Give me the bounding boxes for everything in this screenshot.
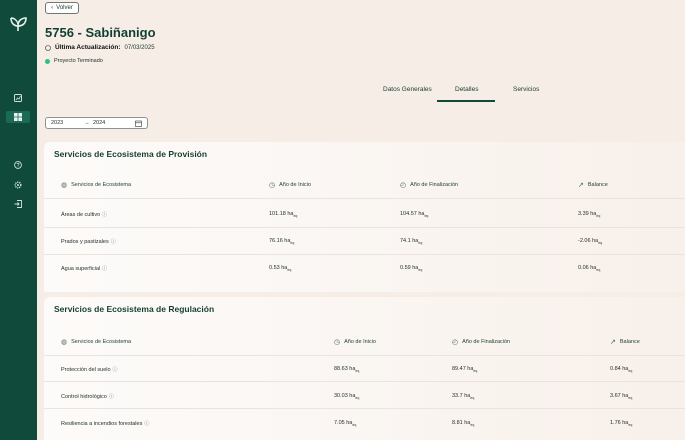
sidebar-item-help[interactable] bbox=[11, 159, 25, 171]
column-header-start: ◷ Año de Inicio bbox=[269, 181, 311, 189]
arrow-right-icon: → bbox=[84, 120, 90, 126]
regulation-card-title: Servicios de Ecosistema de Regulación bbox=[54, 304, 215, 314]
column-header-balance-label: Balance bbox=[587, 182, 608, 188]
column-header-service: ◍ Servicios de Ecosistema bbox=[61, 181, 131, 189]
chevron-left-icon: ‹ bbox=[51, 5, 54, 11]
provision-card-title: Servicios de Ecosistema de Provisión bbox=[54, 149, 208, 159]
logout-icon bbox=[14, 200, 22, 208]
clock-icon: ◴ bbox=[452, 339, 459, 346]
table-cell-balance: 3.39 haeq bbox=[578, 211, 601, 219]
table-cell-balance: -2.06 haeq bbox=[578, 238, 603, 246]
column-header-start-label: Año de Inicio bbox=[279, 182, 311, 188]
tab-datos-generales[interactable]: Datos Generales bbox=[383, 86, 432, 93]
date-start[interactable]: 2023 bbox=[51, 120, 81, 126]
date-range-picker[interactable]: 2023 → 2024 bbox=[45, 117, 148, 129]
history-icon: ◷ bbox=[269, 182, 276, 189]
sidebar-item-projects[interactable] bbox=[6, 111, 30, 123]
tab-servicios[interactable]: Servicios bbox=[513, 86, 539, 93]
table-cell-end: 0.59 haeq bbox=[400, 265, 423, 273]
table-cell-balance: 0.84 haeq bbox=[610, 366, 633, 374]
column-header-balance: ↗ Balance bbox=[578, 181, 608, 189]
active-tab-indicator bbox=[437, 100, 495, 102]
divider bbox=[44, 408, 685, 409]
table-cell-end: 8.81 haeq bbox=[452, 420, 475, 428]
table-cell-balance: 1.76 haeq bbox=[610, 420, 633, 428]
leaf-logo-icon bbox=[10, 17, 27, 31]
table-row-name: Áreas de cultivo ⓘ bbox=[61, 212, 108, 218]
info-icon[interactable]: ⓘ bbox=[113, 367, 118, 373]
trend-icon: ↗ bbox=[610, 339, 616, 346]
info-icon[interactable]: ⓘ bbox=[144, 421, 149, 427]
table-cell-start: 0.53 haeq bbox=[269, 265, 292, 273]
date-end[interactable]: 2024 bbox=[93, 120, 135, 126]
column-header-balance: ↗ Balance bbox=[610, 338, 640, 346]
table-row-name: Agua superficial ⓘ bbox=[61, 266, 108, 272]
sidebar bbox=[0, 0, 37, 440]
globe-icon: ◍ bbox=[61, 339, 68, 346]
table-cell-end: 33.7 haeq bbox=[452, 393, 475, 401]
column-header-end-label: Año de Finalización bbox=[410, 182, 459, 188]
column-header-end: ◴ Año de Finalización bbox=[400, 181, 458, 189]
history-icon: ◷ bbox=[334, 339, 341, 346]
project-status: Proyecto Terminado bbox=[45, 58, 103, 64]
regulation-services-card: Servicios de Ecosistema de Regulación ◍ … bbox=[44, 297, 685, 440]
table-cell-start: 101.18 haeq bbox=[269, 211, 298, 219]
sidebar-item-settings[interactable] bbox=[11, 179, 25, 191]
globe-icon: ◍ bbox=[61, 182, 68, 189]
table-row-name: Prados y pastizales ⓘ bbox=[61, 239, 116, 245]
table-cell-start: 88.63 haeq bbox=[334, 366, 360, 374]
trend-icon: ↗ bbox=[578, 182, 584, 189]
table-cell-end: 104.57 haeq bbox=[400, 211, 429, 219]
table-cell-start: 76.16 haeq bbox=[269, 238, 295, 246]
column-header-start-label: Año de Inicio bbox=[344, 339, 376, 345]
column-header-end-label: Año de Finalización bbox=[462, 339, 511, 345]
column-header-service-label: Servicios de Ecosistema bbox=[71, 182, 132, 188]
column-header-service: ◍ Servicios de Ecosistema bbox=[61, 338, 131, 346]
back-button-label: Volver bbox=[56, 5, 73, 11]
clock-icon bbox=[45, 44, 51, 51]
info-icon[interactable]: ⓘ bbox=[109, 394, 114, 400]
status-dot bbox=[45, 58, 50, 64]
last-update: Última Actualización: 07/03/2025 bbox=[45, 44, 155, 51]
provision-services-card: Servicios de Ecosistema de Provisión ◍ S… bbox=[44, 142, 685, 292]
table-cell-start: 30.03 haeq bbox=[334, 393, 360, 401]
column-header-end: ◴ Año de Finalización bbox=[452, 338, 510, 346]
info-icon[interactable]: ⓘ bbox=[111, 239, 116, 245]
app-logo[interactable] bbox=[9, 14, 29, 32]
document-chart-icon bbox=[14, 94, 22, 102]
gear-icon bbox=[14, 181, 22, 189]
clock-icon: ◴ bbox=[400, 182, 407, 189]
table-cell-end: 74.1 haeq bbox=[400, 238, 423, 246]
divider bbox=[44, 198, 685, 199]
column-header-balance-label: Balance bbox=[619, 339, 640, 345]
table-cell-balance: 0.06 haeq bbox=[578, 265, 601, 273]
sidebar-item-report[interactable] bbox=[11, 92, 25, 104]
page-title: 5756 - Sabiñanigo bbox=[45, 25, 156, 40]
table-cell-balance: 3.67 haeq bbox=[610, 393, 633, 401]
column-header-service-label: Servicios de Ecosistema bbox=[71, 339, 132, 345]
divider bbox=[44, 355, 685, 356]
info-icon[interactable]: ⓘ bbox=[102, 266, 107, 272]
divider bbox=[44, 381, 685, 382]
sidebar-item-logout[interactable] bbox=[11, 198, 25, 210]
calendar-icon[interactable] bbox=[135, 120, 142, 127]
help-circle-icon bbox=[14, 161, 22, 169]
tab-detalles[interactable]: Detalles bbox=[455, 86, 478, 93]
table-row-name: Resiliencia a incendios forestales ⓘ bbox=[61, 421, 150, 427]
column-header-start: ◷ Año de Inicio bbox=[334, 338, 376, 346]
divider bbox=[44, 254, 685, 255]
info-icon[interactable]: ⓘ bbox=[102, 212, 107, 218]
grid-icon bbox=[14, 113, 22, 121]
back-button[interactable]: ‹ Volver bbox=[45, 2, 79, 14]
table-row-name: Protección del suelo ⓘ bbox=[61, 367, 118, 373]
table-cell-start: 7.05 haeq bbox=[334, 420, 357, 428]
divider bbox=[44, 227, 685, 228]
table-row-name: Control hidrológico ⓘ bbox=[61, 394, 114, 400]
last-update-date: 07/03/2025 bbox=[124, 44, 155, 51]
table-cell-end: 89.47 haeq bbox=[452, 366, 478, 374]
last-update-label: Última Actualización: bbox=[55, 44, 121, 51]
status-text: Proyecto Terminado bbox=[54, 58, 103, 64]
